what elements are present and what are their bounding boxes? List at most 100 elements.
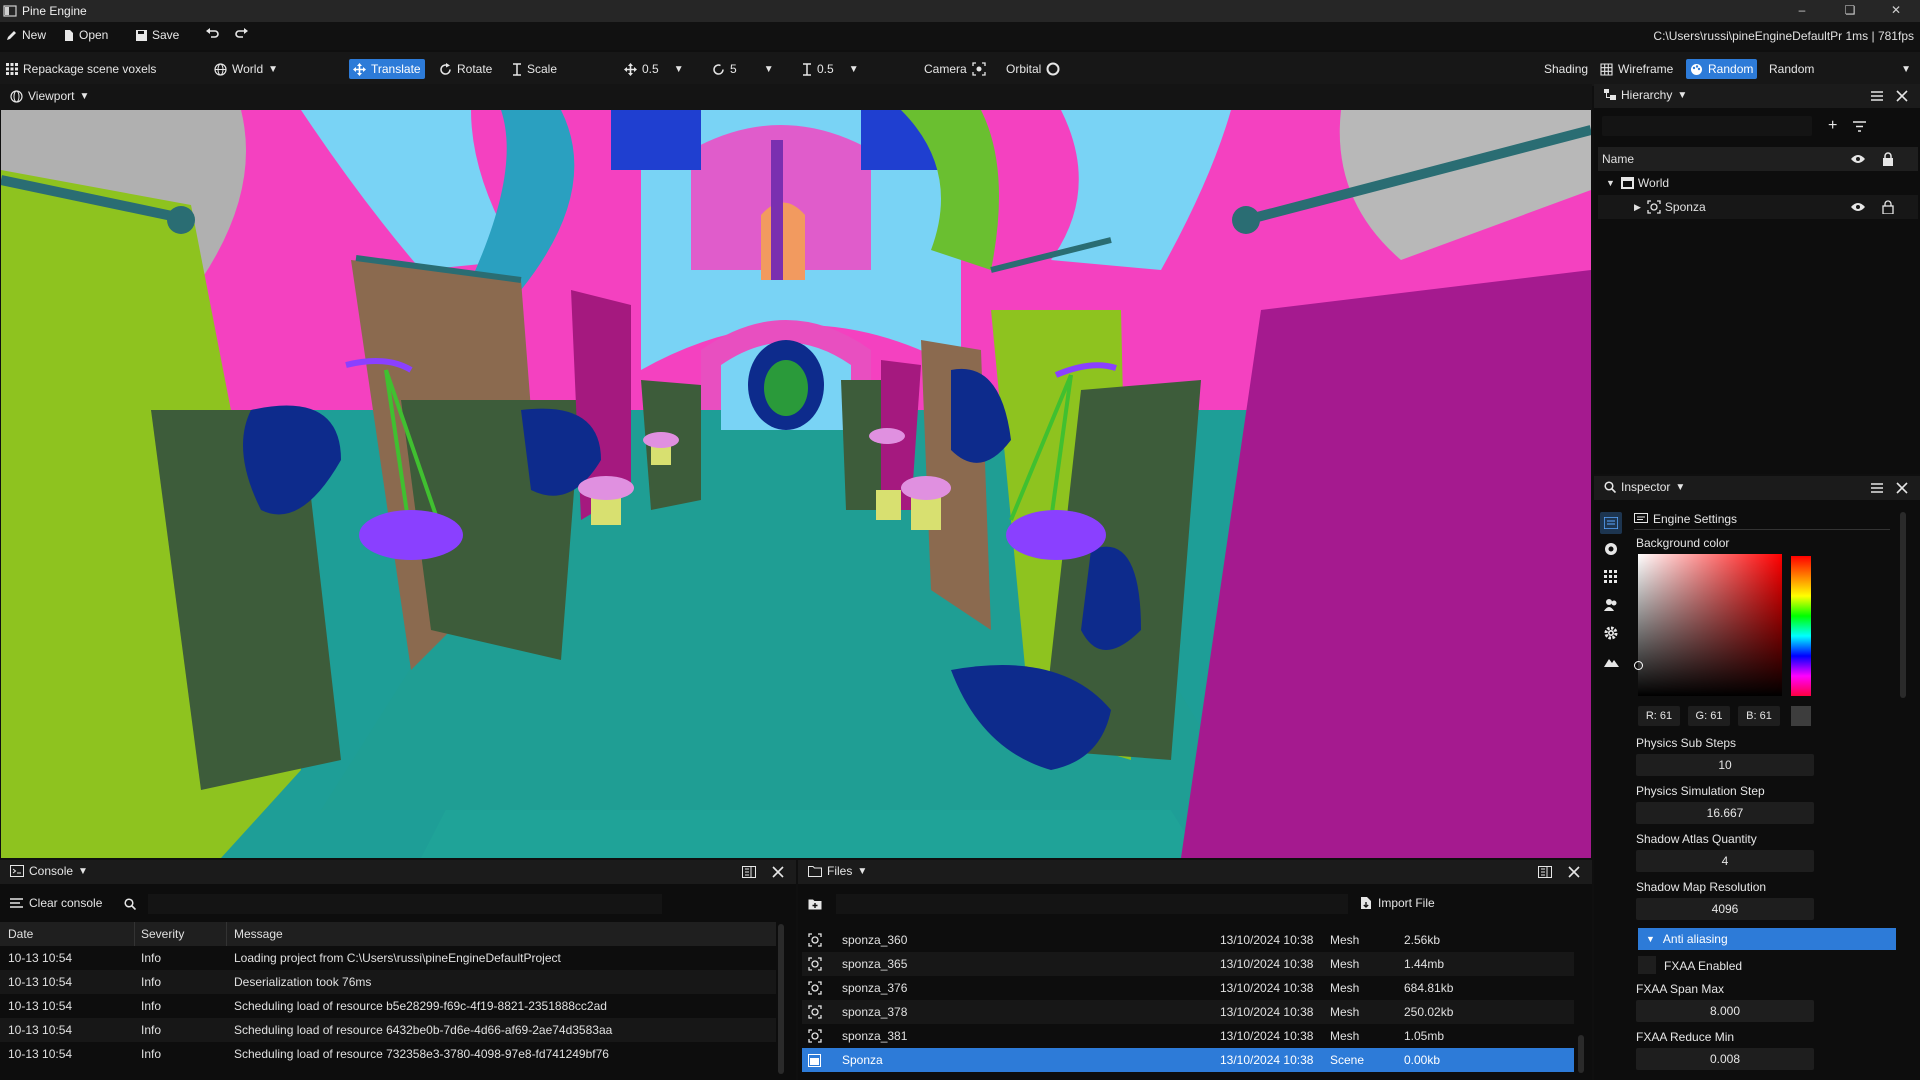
close-icon[interactable]	[1896, 482, 1908, 494]
rotate-snap-dropdown[interactable]: 5 ▼	[708, 59, 778, 79]
random-shading-button[interactable]: Random	[1686, 59, 1758, 79]
close-icon[interactable]	[772, 866, 784, 878]
world-label: World	[1637, 176, 1670, 190]
console-row[interactable]: 10-13 10:54 Info Scheduling load of reso…	[0, 1018, 776, 1042]
inspector-tab[interactable]: Inspector ▼	[1604, 480, 1685, 494]
console-row[interactable]: 10-13 10:54 Info Scheduling load of reso…	[0, 994, 776, 1018]
close-icon[interactable]	[1896, 90, 1908, 102]
inspector-scrollbar[interactable]	[1900, 512, 1906, 698]
file-type: Mesh	[1330, 981, 1360, 995]
file-row[interactable]: sponza_360 13/10/2024 10:38 Mesh 2.56kb	[802, 928, 1574, 952]
files-search-input[interactable]	[836, 894, 1348, 914]
settings-tab-button[interactable]	[1600, 512, 1622, 534]
terrain-icon[interactable]	[1604, 656, 1619, 667]
file-date: 13/10/2024 10:38	[1220, 1029, 1314, 1043]
viewport-tab[interactable]: Viewport ▼	[10, 89, 89, 103]
files-scrollbar[interactable]	[1578, 1035, 1584, 1073]
file-size: 2.56kb	[1404, 933, 1441, 947]
rotate-tool-button[interactable]: Rotate	[435, 59, 496, 79]
filter-icon[interactable]	[1853, 121, 1866, 132]
console-row[interactable]: 10-13 10:54 Info Deserialization took 76…	[0, 970, 776, 994]
file-row[interactable]: sponza_381 13/10/2024 10:38 Mesh 1.05mb	[802, 1024, 1574, 1048]
scale-snap-dropdown[interactable]: 0.5 ▼	[798, 59, 863, 79]
physics-sub-steps-field[interactable]: 10	[1636, 754, 1814, 776]
open-button[interactable]: Open	[63, 28, 108, 42]
blue-field[interactable]: B: 61	[1738, 706, 1780, 726]
hierarchy-tab[interactable]: Hierarchy ▼	[1604, 88, 1687, 102]
panel-layout-icon[interactable]	[1538, 866, 1552, 878]
space-dropdown[interactable]: World ▼	[210, 59, 282, 79]
hierarchy-item-sponza[interactable]: ▶ Sponza	[1598, 195, 1918, 219]
fxaa-reduce-min-field[interactable]: 0.008	[1636, 1048, 1814, 1070]
unlock-icon[interactable]	[1882, 200, 1894, 214]
aperture-icon[interactable]	[1604, 542, 1618, 556]
import-file-button[interactable]: Import File	[1360, 896, 1435, 910]
hierarchy-item-world[interactable]: ▼ World	[1598, 171, 1918, 195]
file-row[interactable]: sponza_365 13/10/2024 10:38 Mesh 1.44mb	[802, 952, 1574, 976]
add-icon[interactable]: +	[1828, 118, 1837, 134]
panel-menu-icon[interactable]	[1870, 90, 1884, 102]
maximize-button[interactable]: ❏	[1830, 0, 1870, 22]
section-title: Engine Settings	[1653, 512, 1738, 526]
lock-icon[interactable]	[1882, 152, 1894, 166]
log-severity: Info	[141, 975, 162, 989]
repackage-voxels-button[interactable]: Repackage scene voxels	[2, 59, 160, 79]
console-search-input[interactable]	[148, 894, 662, 914]
clear-console-button[interactable]: Clear console	[10, 896, 102, 910]
grid-icon[interactable]	[1604, 570, 1617, 583]
close-window-button[interactable]: ✕	[1876, 0, 1916, 22]
shading-mode-dropdown[interactable]: Random ▼	[1765, 59, 1915, 79]
hue-slider[interactable]	[1791, 556, 1811, 696]
red-field[interactable]: R: 61	[1638, 706, 1680, 726]
fxaa-enabled-checkbox[interactable]	[1638, 956, 1656, 974]
new-button[interactable]: New	[5, 28, 46, 42]
gear-icon[interactable]	[1604, 626, 1618, 640]
files-tab[interactable]: Files ▼	[808, 864, 867, 878]
eye-icon[interactable]	[1850, 202, 1866, 212]
file-size: 250.02kb	[1404, 1005, 1454, 1019]
orbital-toggle[interactable]: Orbital	[1002, 59, 1064, 79]
scene-viewport[interactable]	[1, 110, 1591, 858]
menu-bar: New Open Save C:\Users\russi\pineEngineD…	[0, 22, 1920, 50]
physics-step-field[interactable]: 16.667	[1636, 802, 1814, 824]
translate-tool-button[interactable]: Translate	[349, 59, 425, 79]
eye-icon[interactable]	[1850, 154, 1866, 164]
panel-menu-icon[interactable]	[1870, 482, 1884, 494]
minimize-button[interactable]: –	[1782, 0, 1822, 22]
color-swatch[interactable]	[1791, 706, 1811, 726]
file-icon	[63, 29, 75, 42]
file-row-selected[interactable]: Sponza 13/10/2024 10:38 Scene 0.00kb	[802, 1048, 1574, 1072]
shadow-atlas-field[interactable]: 4	[1636, 850, 1814, 872]
expand-arrow-icon[interactable]: ▶	[1634, 202, 1641, 213]
camera-focus-button[interactable]: Camera	[920, 59, 990, 79]
anti-aliasing-collapsible[interactable]: ▼ Anti aliasing	[1638, 928, 1896, 950]
panel-layout-icon[interactable]	[742, 866, 756, 878]
color-picker-area[interactable]	[1634, 554, 1782, 696]
color-picker-handle[interactable]	[1634, 661, 1643, 670]
orbital-label: Orbital	[1006, 62, 1042, 76]
redo-button[interactable]	[234, 28, 249, 40]
shadow-resolution-field[interactable]: 4096	[1636, 898, 1814, 920]
console-row[interactable]: 10-13 10:54 Info Scheduling load of reso…	[0, 1042, 776, 1066]
undo-button[interactable]	[205, 28, 220, 40]
tree-icon	[1604, 89, 1616, 101]
scale-tool-button[interactable]: Scale	[508, 59, 561, 79]
console-tab[interactable]: Console ▼	[10, 864, 88, 878]
new-folder-icon[interactable]	[808, 898, 822, 910]
console-panel: Console ▼ Clear console Date Severity Me…	[0, 860, 796, 1080]
scene-render	[1, 110, 1591, 858]
people-icon[interactable]	[1604, 598, 1618, 611]
save-button[interactable]: Save	[135, 28, 179, 42]
hierarchy-search-input[interactable]	[1602, 116, 1812, 136]
fxaa-span-max-field[interactable]: 8.000	[1636, 1000, 1814, 1022]
console-scrollbar[interactable]	[778, 924, 784, 1074]
close-icon[interactable]	[1568, 866, 1580, 878]
expand-arrow-icon[interactable]: ▼	[1606, 178, 1615, 188]
file-row[interactable]: sponza_376 13/10/2024 10:38 Mesh 684.81k…	[802, 976, 1574, 1000]
green-field[interactable]: G: 61	[1688, 706, 1730, 726]
file-row[interactable]: sponza_378 13/10/2024 10:38 Mesh 250.02k…	[802, 1000, 1574, 1024]
wireframe-button[interactable]: Wireframe	[1596, 59, 1677, 79]
translate-snap-dropdown[interactable]: 0.5 ▼	[620, 59, 688, 79]
monitor-icon	[1634, 513, 1648, 525]
console-row[interactable]: 10-13 10:54 Info Loading project from C:…	[0, 946, 776, 970]
